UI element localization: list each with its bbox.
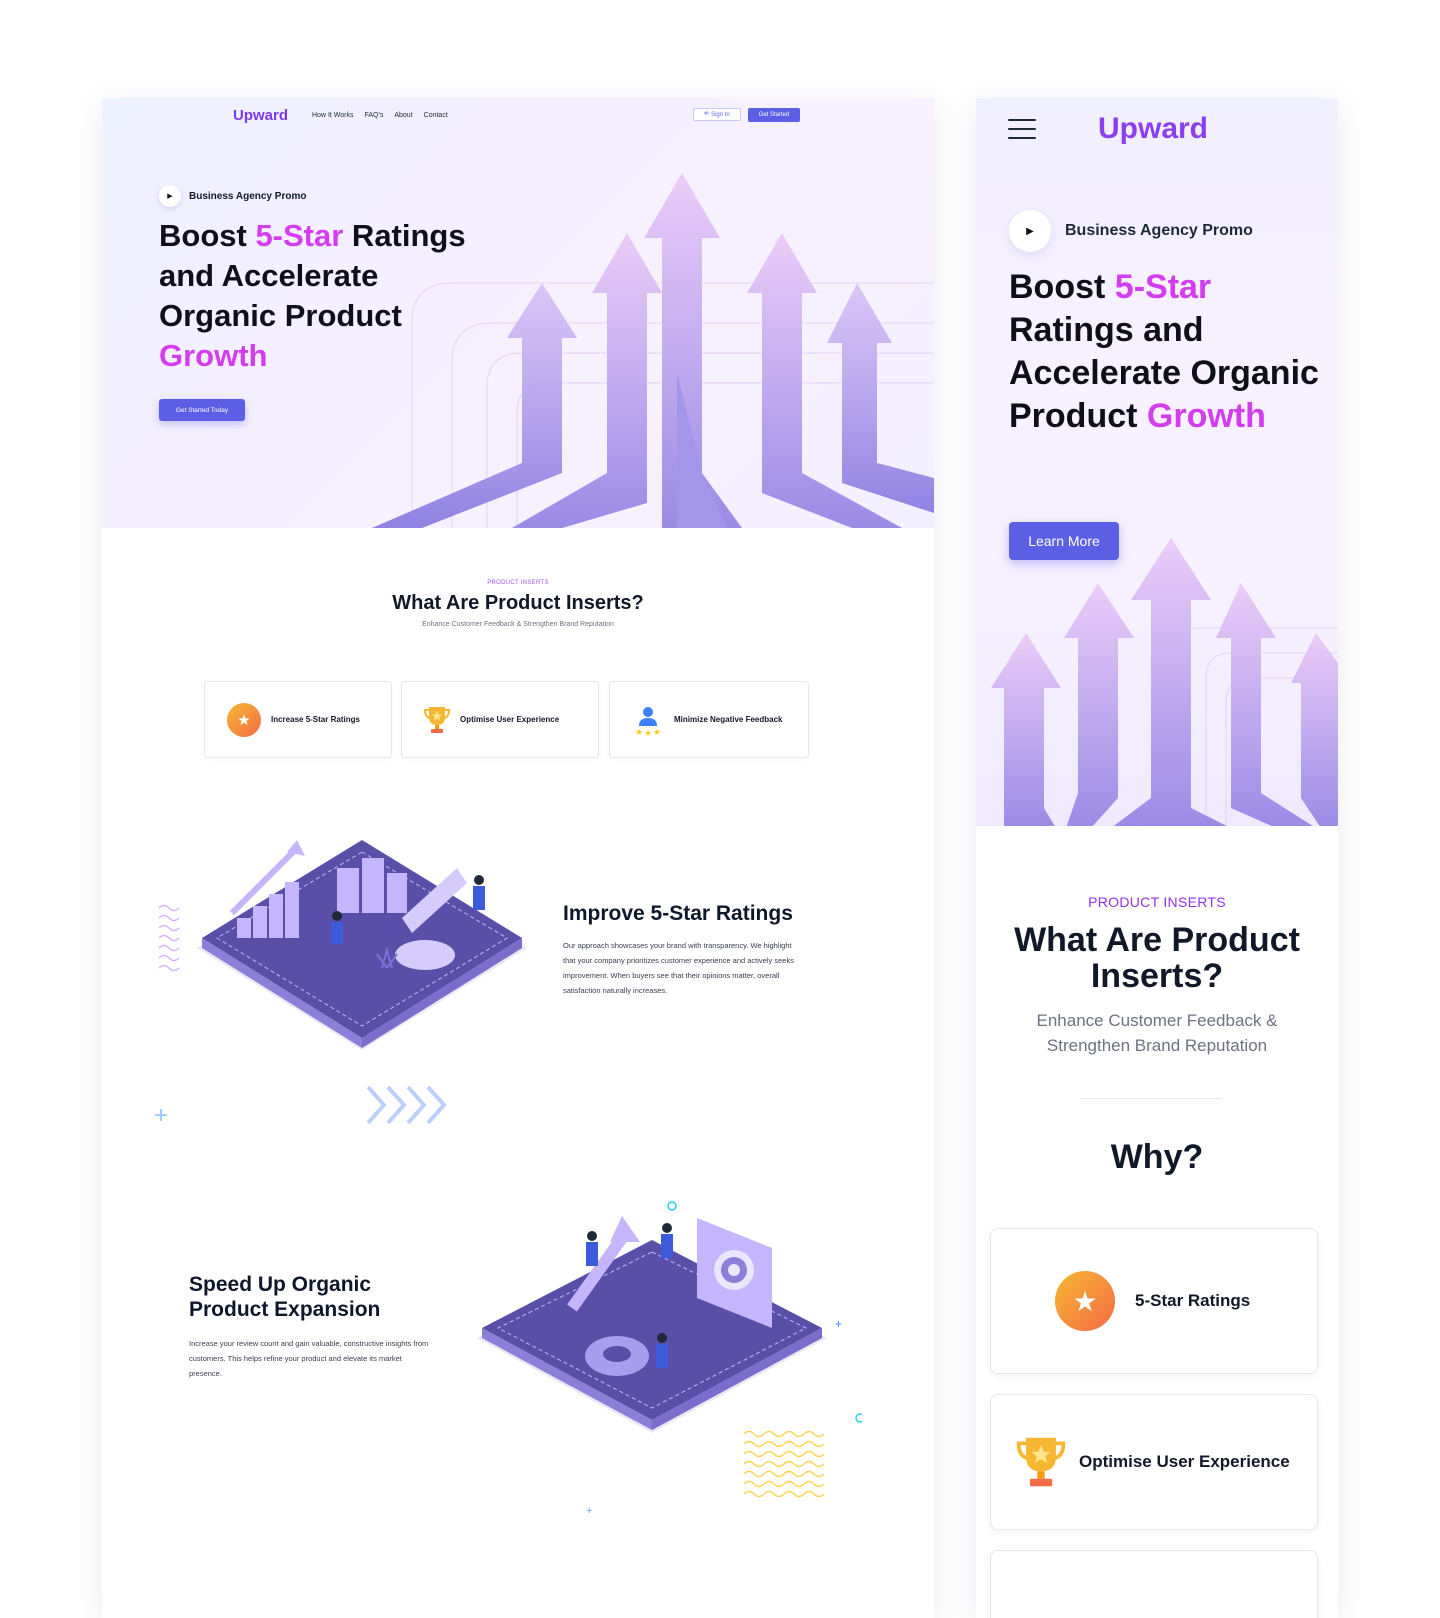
- wavy-lines-decoration: [158, 904, 180, 972]
- nav-links: How It Works FAQ's About Contact: [312, 112, 448, 119]
- plus-decoration: +: [586, 1505, 593, 1517]
- mobile-page-preview: Upward ▶ Business Agency Promo Boost 5-S…: [976, 98, 1338, 1618]
- ratings-isometric-illustration: [158, 840, 527, 1050]
- sign-in-button[interactable]: ⎆ Sign In: [693, 108, 741, 121]
- hero-headline: Boost 5-Star Ratings and Accelerate Orga…: [159, 216, 499, 376]
- star-badge-icon: ★: [1055, 1271, 1115, 1331]
- block-title-ratings: Improve 5-Star Ratings: [563, 902, 793, 925]
- nav-link-about[interactable]: About: [394, 112, 412, 119]
- mobile-card-partial[interactable]: [990, 1550, 1318, 1618]
- play-icon[interactable]: ▶: [1009, 210, 1051, 252]
- nav-link-how-it-works[interactable]: How It Works: [312, 112, 354, 119]
- mobile-card-user-experience[interactable]: Optimise User Experience: [990, 1394, 1318, 1530]
- mobile-section-title: What Are Product Inserts?: [1014, 921, 1300, 995]
- svg-text:+: +: [835, 1317, 842, 1331]
- divider: [1080, 1098, 1222, 1099]
- block-text-expansion: Increase your review count and gain valu…: [189, 1339, 429, 1378]
- get-started-button[interactable]: Get Started: [748, 108, 800, 122]
- feature-card-ratings[interactable]: ★ Increase 5-Star Ratings: [204, 681, 392, 758]
- block-text-ratings: Our approach showcases your brand with t…: [563, 941, 794, 995]
- headline-part: Boost: [159, 218, 256, 253]
- promo-label: Business Agency Promo: [189, 190, 307, 202]
- growth-arrows-illustration: [991, 538, 1338, 826]
- feature-label: Increase 5-Star Ratings: [271, 715, 360, 724]
- headline-accent: 5-Star: [255, 218, 344, 253]
- mobile-promo-label: Business Agency Promo: [1065, 222, 1253, 239]
- nav-link-contact[interactable]: Contact: [424, 112, 448, 119]
- svg-text:★: ★: [653, 727, 661, 736]
- svg-text:★: ★: [635, 727, 643, 736]
- svg-text:★: ★: [644, 728, 652, 736]
- mobile-card-ratings[interactable]: ★ 5-Star Ratings: [990, 1228, 1318, 1374]
- section-eyebrow: PRODUCT INSERTS: [487, 580, 549, 586]
- hamburger-menu-icon[interactable]: [1008, 119, 1036, 139]
- headline-accent: 5-Star: [1114, 268, 1212, 306]
- sign-in-icon: ⎆: [704, 111, 710, 117]
- expansion-isometric-illustration: +: [477, 1201, 862, 1433]
- section-title: What Are Product Inserts?: [392, 592, 644, 614]
- mobile-section-eyebrow: PRODUCT INSERTS: [1088, 894, 1226, 910]
- sign-in-label: Sign In: [711, 111, 730, 118]
- logo[interactable]: Upward: [233, 107, 288, 124]
- promo-video-link[interactable]: ▶ Business Agency Promo: [159, 185, 306, 207]
- play-icon[interactable]: ▶: [159, 185, 181, 207]
- mobile-hero-headline: Boost 5-Star Ratings and Accelerate Orga…: [1009, 266, 1319, 438]
- headline-accent-growth: Growth: [159, 338, 268, 373]
- wavy-yellow-decoration: [743, 1430, 824, 1498]
- mobile-promo-video-link[interactable]: ▶ Business Agency Promo: [1009, 210, 1253, 252]
- hero-section: Upward How It Works FAQ's About Contact …: [102, 98, 934, 528]
- trophy-icon: [1016, 1437, 1066, 1487]
- feature-label: Optimise User Experience: [460, 715, 560, 724]
- top-navbar: Upward How It Works FAQ's About Contact …: [102, 98, 934, 138]
- why-heading: Why?: [1110, 1138, 1204, 1176]
- star-badge-icon: ★: [227, 702, 261, 737]
- feature-card-user-experience[interactable]: Optimise User Experience: [401, 681, 599, 758]
- user-stars-icon: ★ ★ ★: [635, 706, 661, 736]
- mobile-logo[interactable]: Upward: [1098, 112, 1208, 146]
- block-title-expansion: Speed Up Organic Product Expansion: [189, 1273, 381, 1321]
- section-subtitle: Enhance Customer Feedback & Strengthen B…: [422, 621, 614, 628]
- nav-link-faqs[interactable]: FAQ's: [365, 112, 384, 119]
- feature-card-negative-feedback[interactable]: ★ ★ ★ Minimize Negative Feedback: [609, 681, 809, 758]
- headline-part: Boost: [1009, 268, 1115, 306]
- desktop-page-preview: Upward How It Works FAQ's About Contact …: [102, 98, 934, 1618]
- feature-label: Minimize Negative Feedback: [674, 715, 783, 724]
- mobile-hero-section: Upward ▶ Business Agency Promo Boost 5-S…: [976, 98, 1338, 826]
- get-started-today-button[interactable]: Get Started Today: [159, 399, 245, 421]
- card-label: 5-Star Ratings: [1135, 1291, 1251, 1310]
- trophy-icon: [424, 706, 450, 733]
- card-label: Optimise User Experience: [1079, 1452, 1290, 1471]
- chevrons-decoration: [366, 1085, 447, 1125]
- mobile-section-subtitle: Enhance Customer Feedback & Strengthen B…: [1036, 1011, 1278, 1055]
- plus-decoration: +: [154, 1102, 169, 1129]
- learn-more-button[interactable]: Learn More: [1009, 522, 1119, 560]
- headline-accent-growth: Growth: [1146, 397, 1266, 435]
